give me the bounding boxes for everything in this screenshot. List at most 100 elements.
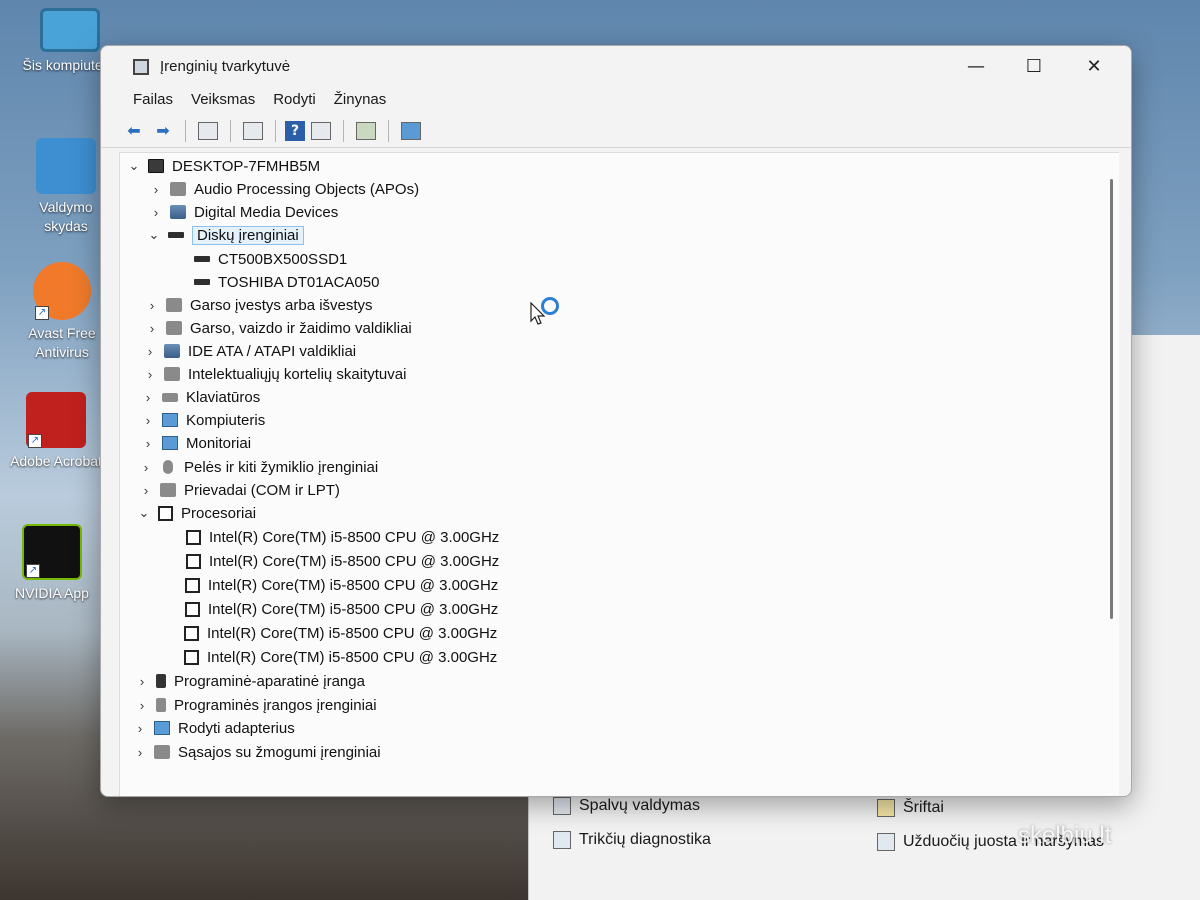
tree-item-computer[interactable]: › Kompiuteris (140, 409, 265, 431)
tree-item-sound-controllers[interactable]: › Garso, vaizdo ir žaidimo valdikliai (144, 317, 412, 339)
shortcut-arrow-icon: ↗ (26, 564, 40, 578)
update-driver-button[interactable] (398, 119, 424, 143)
tree-item-monitors[interactable]: › Monitoriai (140, 432, 251, 454)
tree-item-ports[interactable]: › Prievadai (COM ir LPT) (138, 479, 340, 501)
chevron-right-icon[interactable]: › (134, 674, 150, 689)
tree-child-label: CT500BX500SSD1 (218, 250, 348, 268)
tree-item-label: Klaviatūros (186, 388, 261, 406)
desktop-icon-nvidia-app[interactable]: ↗ NVIDIA App (2, 524, 102, 603)
close-button[interactable]: ✕ (1071, 54, 1117, 82)
tree-child-cpu[interactable]: Intel(R) Core(TM) i5-8500 CPU @ 3.00GHz (185, 598, 498, 620)
disk-drive-icon (194, 256, 210, 262)
troubleshooting-icon (553, 831, 571, 849)
properties-button[interactable] (240, 119, 266, 143)
display-adapter-icon (154, 721, 170, 735)
tree-item-processors[interactable]: ⌄ Procesoriai (136, 502, 256, 524)
vertical-scrollbar[interactable] (1110, 179, 1113, 619)
desktop-icon-label: Adobe Acrobat (10, 453, 102, 469)
tree-child-label: Intel(R) Core(TM) i5-8500 CPU @ 3.00GHz (207, 648, 498, 666)
chevron-right-icon[interactable]: › (134, 698, 150, 713)
menu-bar: Failas Veiksmas Rodyti Žinynas (101, 88, 1131, 114)
tree-child-disk[interactable]: TOSHIBA DT01ACA050 (194, 271, 379, 293)
tree-item-display-adapters[interactable]: › Rodyti adapterius (132, 717, 295, 739)
desktop-icon-adobe-acrobat[interactable]: ↗ Adobe Acrobat (6, 392, 106, 471)
tree-item-disk-drives[interactable]: ⌄ Diskų įrenginiai (146, 224, 304, 246)
firmware-icon (156, 674, 166, 688)
tree-item-smart-card[interactable]: › Intelektualiųjų kortelių skaitytuvai (142, 363, 407, 385)
minimize-button[interactable]: — (953, 54, 999, 82)
tree-item-audio-io[interactable]: › Garso įvestys arba išvestys (144, 294, 373, 316)
desktop-icon-avast[interactable]: ↗ Avast Free Antivirus (12, 262, 112, 362)
tree-item-label: Prievadai (COM ir LPT) (184, 481, 340, 499)
tree-root[interactable]: ⌄ DESKTOP-7FMHB5M (126, 155, 321, 177)
shortcut-arrow-icon: ↗ (35, 306, 49, 320)
menu-action[interactable]: Veiksmas (183, 88, 265, 114)
cp-item-troubleshooting[interactable]: Trikčių diagnostika (553, 831, 711, 849)
toolbar: ⬅ ➡ ? (101, 114, 1131, 148)
tree-item-keyboards[interactable]: › Klaviatūros (140, 386, 260, 408)
tree-item-apo[interactable]: › Audio Processing Objects (APOs) (148, 178, 419, 200)
chevron-right-icon[interactable]: › (132, 745, 148, 760)
cp-item-fonts[interactable]: Šriftai (877, 799, 944, 817)
cp-item-color-management[interactable]: Spalvų valdymas (553, 797, 700, 815)
menu-view[interactable]: Rodyti (265, 88, 326, 114)
hid-icon (154, 745, 170, 759)
chevron-right-icon[interactable]: › (142, 367, 158, 382)
tree-child-label: Intel(R) Core(TM) i5-8500 CPU @ 3.00GHz (208, 600, 499, 618)
scan-hardware-button[interactable] (353, 119, 379, 143)
cp-item-label: Trikčių diagnostika (579, 831, 711, 848)
tree-child-cpu[interactable]: Intel(R) Core(TM) i5-8500 CPU @ 3.00GHz (185, 574, 498, 596)
computer-icon (148, 159, 164, 173)
chevron-right-icon[interactable]: › (140, 413, 156, 428)
tree-item-software-devices[interactable]: › Programinės įrangos įrenginiai (134, 694, 377, 716)
chevron-down-icon[interactable]: ⌄ (126, 158, 142, 174)
chevron-right-icon[interactable]: › (140, 436, 156, 451)
cp-item-label: Šriftai (903, 799, 944, 816)
disk-drive-icon (194, 279, 210, 285)
menu-file[interactable]: Failas (125, 88, 183, 114)
maximize-button[interactable]: ☐ (1011, 54, 1057, 82)
tree-item-label: Diskų įrenginiai (192, 225, 304, 245)
processor-icon (184, 649, 199, 665)
forward-button[interactable]: ➡ (150, 119, 176, 143)
tree-item-label: Monitoriai (186, 434, 252, 452)
show-hide-console-button[interactable] (195, 119, 221, 143)
chevron-right-icon[interactable]: › (142, 344, 158, 359)
keyboard-icon (162, 392, 178, 402)
scan-hardware-icon (356, 121, 376, 140)
properties-icon (243, 121, 263, 140)
processor-icon (185, 601, 200, 617)
monitor-icon (162, 436, 178, 450)
toolbar-separator (185, 119, 186, 142)
speaker-icon (170, 182, 186, 196)
tree-child-cpu[interactable]: Intel(R) Core(TM) i5-8500 CPU @ 3.00GHz (186, 526, 499, 548)
chevron-right-icon[interactable]: › (144, 321, 160, 336)
chevron-right-icon[interactable]: › (148, 205, 164, 220)
chevron-right-icon[interactable]: › (132, 721, 148, 736)
tree-child-disk[interactable]: CT500BX500SSD1 (194, 248, 347, 270)
action-pane-button[interactable] (308, 119, 334, 143)
tree-child-cpu[interactable]: Intel(R) Core(TM) i5-8500 CPU @ 3.00GHz (184, 622, 497, 644)
tree-item-mice[interactable]: › Pelės ir kiti žymiklio įrenginiai (138, 456, 378, 478)
back-button[interactable]: ⬅ (121, 119, 147, 143)
tree-item-digital-media[interactable]: › Digital Media Devices (148, 201, 338, 223)
chevron-right-icon[interactable]: › (138, 483, 154, 498)
help-button[interactable]: ? (285, 120, 305, 141)
processor-icon (158, 505, 173, 521)
chevron-right-icon[interactable]: › (140, 390, 156, 405)
chevron-right-icon[interactable]: › (144, 298, 160, 313)
device-manager-icon (133, 59, 149, 75)
tree-child-cpu[interactable]: Intel(R) Core(TM) i5-8500 CPU @ 3.00GHz (184, 646, 497, 668)
chevron-right-icon[interactable]: › (138, 460, 154, 475)
chevron-down-icon[interactable]: ⌄ (136, 505, 152, 521)
tree-child-label: TOSHIBA DT01ACA050 (218, 273, 380, 291)
tree-item-firmware[interactable]: › Programinė-aparatinė įranga (134, 670, 365, 692)
chevron-right-icon[interactable]: › (148, 182, 164, 197)
menu-help[interactable]: Žinynas (326, 88, 397, 114)
chevron-down-icon[interactable]: ⌄ (146, 227, 162, 243)
tree-item-ide[interactable]: › IDE ATA / ATAPI valdikliai (142, 340, 356, 362)
tree-child-cpu[interactable]: Intel(R) Core(TM) i5-8500 CPU @ 3.00GHz (186, 550, 499, 572)
title-bar[interactable]: Įrenginių tvarkytuvė — ☐ ✕ (101, 46, 1131, 88)
computer-icon (162, 413, 178, 427)
tree-item-hid[interactable]: › Sąsajos su žmogumi įrenginiai (132, 741, 381, 763)
